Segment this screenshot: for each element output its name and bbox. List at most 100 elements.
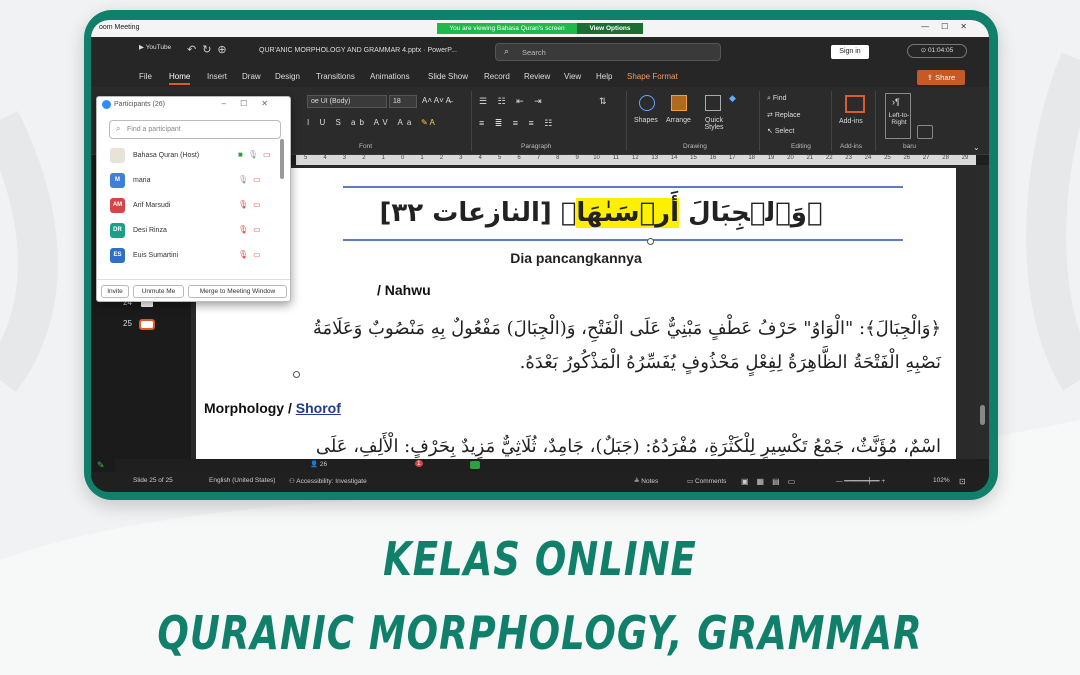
group-label-paragraph: Paragraph (521, 143, 552, 150)
nahwu-heading: / Nahwu (377, 282, 431, 298)
scroll-thumb[interactable] (980, 405, 985, 425)
replace-button[interactable]: ⇄ Replace (767, 111, 801, 119)
paragraph-direction-icon: ›¶ (892, 97, 900, 107)
menu-animations[interactable]: Animations (370, 72, 410, 81)
window-controls[interactable]: —☐✕ (921, 22, 979, 31)
mic-video-status-icons[interactable]: ■🎙▭ (238, 150, 276, 159)
list-buttons[interactable]: ☰ ☷ ⇤ ⇥ (479, 96, 546, 107)
fit-slide-icon[interactable]: ⊡ (959, 477, 966, 486)
slide: ﴿وَٱلۡجِبَالَ أَرۡسَىٰهَا﴾ [النازعات ٣٢]… (196, 168, 956, 459)
font-name-select[interactable]: oe UI (Body) (307, 95, 387, 108)
quick-styles-button[interactable]: Quick Styles (699, 117, 729, 131)
ruler-tick: 19 (767, 155, 775, 161)
ruler-tick: 11 (612, 155, 620, 161)
invite-button[interactable]: Invite (101, 285, 129, 298)
quick-access-icons[interactable]: ↶↻⊕ (187, 43, 233, 56)
participant-row[interactable]: Mmaria 🎙▭ (110, 170, 282, 192)
youtube-badge[interactable]: ▶ YouTube (139, 43, 171, 51)
view-buttons[interactable]: ▣▦▤▭ (741, 477, 803, 486)
shorof-paragraph[interactable]: اسْمٌ، مُؤَنَّثٌ، جَمْعُ تَكْسِيرٍ لِلْك… (236, 430, 941, 459)
ruler-tick: 3 (459, 155, 463, 161)
font-size-select[interactable]: 18 (389, 95, 417, 108)
shape-fill-icon[interactable]: ◆ (729, 93, 736, 104)
font-size-buttons[interactable]: A˄ A˅ A̶ (422, 96, 451, 105)
arrange-button[interactable]: Arrange (666, 117, 691, 124)
nahwu-paragraph[interactable]: ﴿وَالْجِبَالَ﴾: "الْوَاوُ" حَرْفُ عَطْفٍ… (236, 312, 941, 380)
ruler-tick: 0 (400, 155, 405, 161)
share-screen-icon[interactable] (470, 461, 480, 469)
menu-record[interactable]: Record (484, 72, 510, 81)
menu-review[interactable]: Review (524, 72, 550, 81)
panel-window-controls[interactable]: –☐✕ (222, 99, 282, 108)
menu-shape-format[interactable]: Shape Format (627, 72, 678, 81)
font-style-buttons[interactable]: I U S ab AV Aa (307, 118, 415, 127)
left-to-right-button[interactable]: ›¶ Left-to-Right (885, 93, 911, 139)
participant-search-input[interactable]: ⌕ Find a participant (109, 120, 281, 139)
menu-view[interactable]: View (564, 72, 581, 81)
shapes-button[interactable]: Shapes (634, 117, 658, 124)
accessibility-indicator[interactable]: ⚇ Accessibility: Investigate (289, 477, 367, 485)
arrange-icon[interactable] (671, 95, 687, 111)
unmute-me-button[interactable]: Unmute Me (133, 285, 184, 298)
align-buttons[interactable]: ≡ ≣ ≡ ≡ ☷ (479, 118, 556, 129)
text-direction-icon[interactable]: ⇅ (599, 96, 607, 107)
mic-video-status-icons[interactable]: 🎙▭ (238, 225, 266, 234)
menu-slide-show[interactable]: Slide Show (428, 72, 468, 81)
menu-home[interactable]: Home (169, 72, 191, 85)
zoom-slider[interactable]: — ━━━━━━┿━━ + (836, 477, 885, 485)
ayah-text[interactable]: ﴿وَٱلۡجِبَالَ أَرۡسَىٰهَا﴾ [النازعات ٣٢] (346, 198, 856, 228)
comments-button[interactable]: ▭ Comments (687, 477, 726, 485)
participant-row[interactable]: Bahasa Quran (Host) ■🎙▭ (110, 145, 282, 167)
screen: oom Meeting You are viewing Bahasa Quran… (91, 20, 989, 492)
search-input[interactable]: ⌕ Search (495, 43, 721, 61)
ruler-tick: 27 (922, 155, 930, 161)
zoom-percentage[interactable]: 102% (933, 477, 950, 484)
ribbon-separator (626, 91, 627, 151)
participant-row[interactable]: DR Desi Rinza 🎙▭ (110, 220, 282, 242)
shapes-icon[interactable] (639, 95, 655, 111)
participant-row[interactable]: AM Arif Marsudi 🎙▭ (110, 195, 282, 217)
divider-line-bottom (343, 239, 903, 241)
slide-thumbnail[interactable] (139, 319, 155, 330)
select-button[interactable]: ↖ Select (767, 127, 794, 135)
mic-video-status-icons[interactable]: 🎙▭ (238, 250, 266, 259)
translation-text: Dia pancangkannya (510, 250, 642, 266)
headline-line-1: KELAS ONLINE (383, 532, 697, 587)
collapse-ribbon-icon[interactable]: ⌄ (973, 143, 980, 152)
menu-draw[interactable]: Draw (242, 72, 261, 81)
menu-insert[interactable]: Insert (207, 72, 227, 81)
ruler-tick: 5 (304, 155, 308, 161)
quick-styles-icon[interactable] (705, 95, 721, 111)
find-button[interactable]: ⌕ Find (767, 95, 787, 103)
ribbon-separator (831, 91, 832, 151)
merge-to-meeting-window-button[interactable]: Merge to Meeting Window (188, 285, 287, 298)
participants-count[interactable]: 👤 26 (310, 460, 327, 468)
zoom-title-bar: oom Meeting You are viewing Bahasa Quran… (91, 20, 989, 37)
view-options-button[interactable]: View Options (577, 23, 643, 34)
share-button[interactable]: ⇪ Share (917, 70, 965, 85)
extra-ribbon-button[interactable] (917, 125, 933, 139)
mic-video-status-icons[interactable]: 🎙▭ (238, 175, 266, 184)
participants-title: Participants (26) (114, 101, 165, 108)
language-indicator[interactable]: English (United States) (209, 477, 275, 484)
add-ins-icon[interactable] (845, 95, 865, 113)
notes-button[interactable]: ≜ Notes (634, 477, 658, 485)
sign-in-button[interactable]: Sign in (831, 45, 869, 59)
pen-icon[interactable]: ✎ (97, 460, 105, 471)
vertical-scrollbar[interactable] (976, 165, 989, 459)
ruler-tick: 22 (825, 155, 833, 161)
participant-row[interactable]: ES Euis Sumartini 🎙▭ (110, 245, 282, 267)
highlight-icon[interactable]: ✎ A (421, 118, 435, 127)
menu-help[interactable]: Help (596, 72, 612, 81)
add-ins-button[interactable]: Add-ins (839, 118, 863, 125)
ruler-tick: 4 (323, 155, 327, 161)
menu-file[interactable]: File (139, 72, 152, 81)
ribbon-separator (875, 91, 876, 151)
zoom-logo-icon (102, 100, 111, 109)
menu-transitions[interactable]: Transitions (316, 72, 355, 81)
selection-handle[interactable] (647, 238, 654, 245)
selection-handle[interactable] (293, 371, 300, 378)
menu-design[interactable]: Design (275, 72, 300, 81)
mic-video-status-icons[interactable]: 🎙▭ (238, 200, 266, 209)
avatar: M (110, 173, 125, 188)
